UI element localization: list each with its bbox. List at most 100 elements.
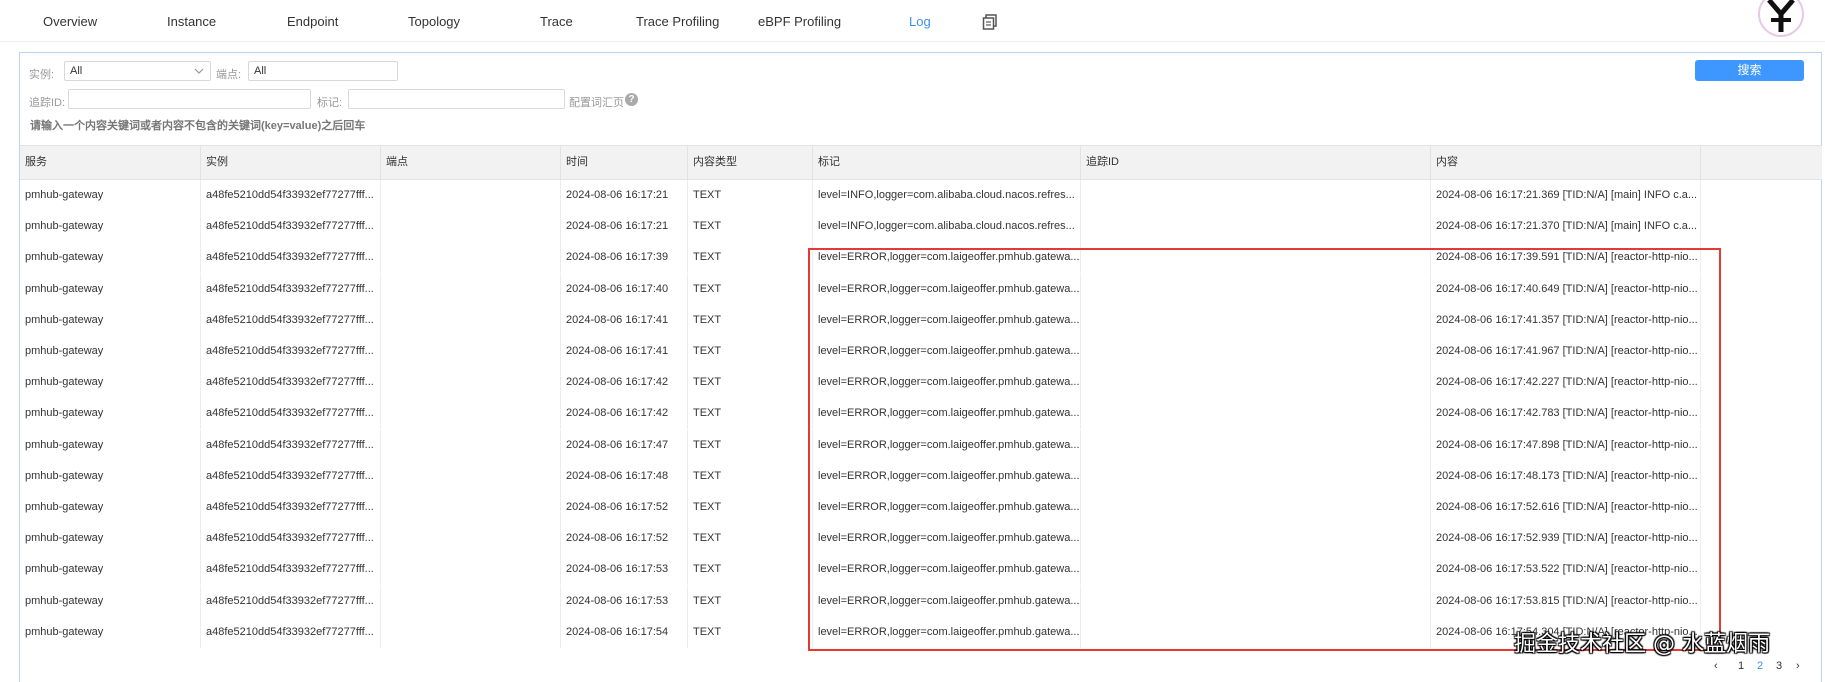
cell-service: pmhub-gateway — [20, 273, 201, 305]
instance-select[interactable]: All — [64, 61, 211, 81]
cell-trace-id — [1081, 398, 1431, 430]
cell-content-type: TEXT — [688, 211, 813, 243]
cell-endpoint — [381, 180, 561, 211]
tab-topology[interactable]: Topology — [408, 14, 460, 29]
cell-tags: level=INFO,logger=com.alibaba.cloud.naco… — [813, 180, 1081, 211]
cell-content: 2024-08-06 16:17:39.591 [TID:N/A] [react… — [1431, 242, 1701, 274]
cell-trace-id — [1081, 554, 1431, 586]
tab-endpoint[interactable]: Endpoint — [287, 14, 338, 29]
cell-service: pmhub-gateway — [20, 523, 201, 555]
cell-instance: a48fe5210dd54f33932ef77277fff... — [201, 523, 381, 555]
table-row[interactable]: pmhub-gateway a48fe5210dd54f33932ef77277f… — [20, 585, 1822, 617]
tab-trace-profiling[interactable]: Trace Profiling — [636, 14, 719, 29]
cell-content: 2024-08-06 16:17:52.616 [TID:N/A] [react… — [1431, 492, 1701, 523]
cell-instance: a48fe5210dd54f33932ef77277fff... — [201, 616, 381, 648]
tab-log[interactable]: Log — [909, 14, 931, 29]
cell-tags: level=ERROR,logger=com.laigeoffer.pmhub.… — [813, 616, 1081, 648]
cell-trace-id — [1081, 429, 1431, 461]
cell-time: 2024-08-06 16:17:52 — [561, 523, 688, 555]
tab-overview[interactable]: Overview — [43, 14, 97, 29]
cell-service: pmhub-gateway — [20, 304, 201, 336]
table-row[interactable]: pmhub-gateway a48fe5210dd54f33932ef77277f… — [20, 180, 1822, 211]
table-row[interactable]: pmhub-gateway a48fe5210dd54f33932ef77277f… — [20, 429, 1822, 461]
cell-instance: a48fe5210dd54f33932ef77277fff... — [201, 554, 381, 586]
cell-tags: level=ERROR,logger=com.laigeoffer.pmhub.… — [813, 554, 1081, 586]
cell-trace-id — [1081, 273, 1431, 305]
cell-tags: level=ERROR,logger=com.laigeoffer.pmhub.… — [813, 304, 1081, 336]
cell-tags: level=ERROR,logger=com.laigeoffer.pmhub.… — [813, 429, 1081, 461]
cell-time: 2024-08-06 16:17:21 — [561, 211, 688, 243]
search-hint: 请输入一个内容关键词或者内容不包含的关键词(key=value)之后回车 — [30, 120, 366, 132]
cell-tags: level=ERROR,logger=com.laigeoffer.pmhub.… — [813, 398, 1081, 430]
cell-endpoint — [381, 460, 561, 492]
cell-content: 2024-08-06 16:17:41.967 [TID:N/A] [react… — [1431, 336, 1701, 367]
prev-page-button[interactable]: ‹ — [1714, 660, 1718, 672]
trace-id-input[interactable] — [68, 89, 311, 109]
config-link[interactable]: 配置词汇页 — [569, 94, 624, 110]
cell-service: pmhub-gateway — [20, 367, 201, 399]
cell-endpoint — [381, 616, 561, 648]
cell-trace-id — [1081, 523, 1431, 555]
endpoint-input[interactable] — [248, 61, 398, 81]
cell-content: 2024-08-06 16:17:53.815 [TID:N/A] [react… — [1431, 585, 1701, 617]
column-header-trace-id: 追踪ID — [1081, 146, 1431, 179]
cell-time: 2024-08-06 16:17:54 — [561, 616, 688, 648]
table-row[interactable]: pmhub-gateway a48fe5210dd54f33932ef77277f… — [20, 460, 1822, 492]
cell-content-type: TEXT — [688, 492, 813, 523]
help-icon[interactable]: ? — [625, 93, 638, 106]
table-row[interactable]: pmhub-gateway a48fe5210dd54f33932ef77277f… — [20, 554, 1822, 586]
cell-tags: level=ERROR,logger=com.laigeoffer.pmhub.… — [813, 492, 1081, 523]
tab-trace[interactable]: Trace — [540, 14, 573, 29]
cell-content: 2024-08-06 16:17:40.649 [TID:N/A] [react… — [1431, 273, 1701, 305]
cell-time: 2024-08-06 16:17:42 — [561, 398, 688, 430]
table-row[interactable]: pmhub-gateway a48fe5210dd54f33932ef77277f… — [20, 242, 1822, 274]
cell-tags: level=ERROR,logger=com.laigeoffer.pmhub.… — [813, 585, 1081, 617]
tags-label: 标记: — [317, 97, 343, 109]
document-copy-icon[interactable] — [982, 14, 998, 30]
cell-service: pmhub-gateway — [20, 211, 201, 243]
cell-trace-id — [1081, 180, 1431, 211]
tags-input[interactable] — [348, 89, 565, 109]
cell-content: 2024-08-06 16:17:52.939 [TID:N/A] [react… — [1431, 523, 1701, 555]
table-row[interactable]: pmhub-gateway a48fe5210dd54f33932ef77277f… — [20, 492, 1822, 523]
table-row[interactable]: pmhub-gateway a48fe5210dd54f33932ef77277f… — [20, 398, 1822, 430]
cell-tags: level=ERROR,logger=com.laigeoffer.pmhub.… — [813, 367, 1081, 399]
cell-instance: a48fe5210dd54f33932ef77277fff... — [201, 304, 381, 336]
table-row[interactable]: pmhub-gateway a48fe5210dd54f33932ef77277f… — [20, 367, 1822, 399]
cell-time: 2024-08-06 16:17:48 — [561, 460, 688, 492]
cell-content-type: TEXT — [688, 180, 813, 211]
cell-service: pmhub-gateway — [20, 242, 201, 274]
tab-ebpf-profiling[interactable]: eBPF Profiling — [758, 14, 841, 29]
tab-instance[interactable]: Instance — [167, 14, 216, 29]
cell-tags: level=ERROR,logger=com.laigeoffer.pmhub.… — [813, 336, 1081, 367]
cell-instance: a48fe5210dd54f33932ef77277fff... — [201, 273, 381, 305]
table-header: 服务 实例 端点 时间 内容类型 标记 追踪ID 内容 — [20, 145, 1822, 180]
cell-service: pmhub-gateway — [20, 429, 201, 461]
table-row[interactable]: pmhub-gateway a48fe5210dd54f33932ef77277f… — [20, 304, 1822, 336]
cell-content-type: TEXT — [688, 616, 813, 648]
table-row[interactable]: pmhub-gateway a48fe5210dd54f33932ef77277f… — [20, 211, 1822, 243]
page-3-button[interactable]: 3 — [1776, 660, 1782, 672]
column-header-time: 时间 — [561, 146, 688, 179]
next-page-button[interactable]: › — [1796, 660, 1800, 672]
cell-instance: a48fe5210dd54f33932ef77277fff... — [201, 398, 381, 430]
page-2-button[interactable]: 2 — [1757, 660, 1763, 672]
page-1-button[interactable]: 1 — [1738, 660, 1744, 672]
cell-service: pmhub-gateway — [20, 398, 201, 430]
cell-service: pmhub-gateway — [20, 492, 201, 523]
cell-instance: a48fe5210dd54f33932ef77277fff... — [201, 492, 381, 523]
cell-content-type: TEXT — [688, 242, 813, 274]
table-row[interactable]: pmhub-gateway a48fe5210dd54f33932ef77277f… — [20, 273, 1822, 305]
column-header-content-type: 内容类型 — [688, 146, 813, 179]
cell-trace-id — [1081, 460, 1431, 492]
cell-time: 2024-08-06 16:17:47 — [561, 429, 688, 461]
cell-service: pmhub-gateway — [20, 336, 201, 367]
cell-trace-id — [1081, 585, 1431, 617]
cell-instance: a48fe5210dd54f33932ef77277fff... — [201, 336, 381, 367]
table-row[interactable]: pmhub-gateway a48fe5210dd54f33932ef77277f… — [20, 336, 1822, 367]
cell-endpoint — [381, 336, 561, 367]
table-row[interactable]: pmhub-gateway a48fe5210dd54f33932ef77277f… — [20, 523, 1822, 555]
cell-trace-id — [1081, 304, 1431, 336]
search-button[interactable]: 搜索 — [1695, 60, 1804, 81]
cell-content-type: TEXT — [688, 585, 813, 617]
